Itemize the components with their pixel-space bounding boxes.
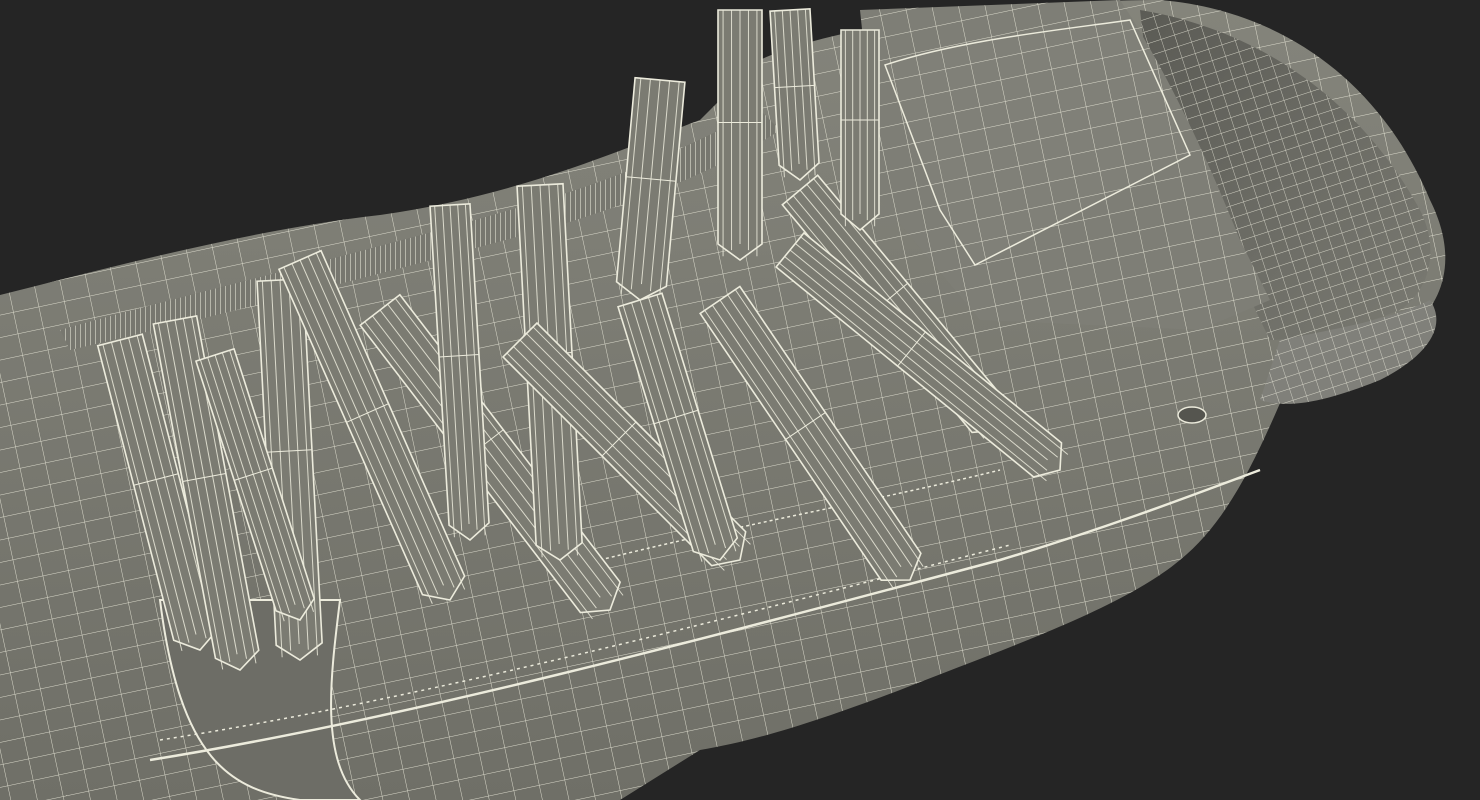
boot-wireframe-render xyxy=(0,0,1480,800)
lace-segment xyxy=(717,9,763,261)
lace-segment xyxy=(840,29,880,232)
boot-eyelet xyxy=(1177,406,1207,424)
render-viewport xyxy=(0,0,1480,800)
